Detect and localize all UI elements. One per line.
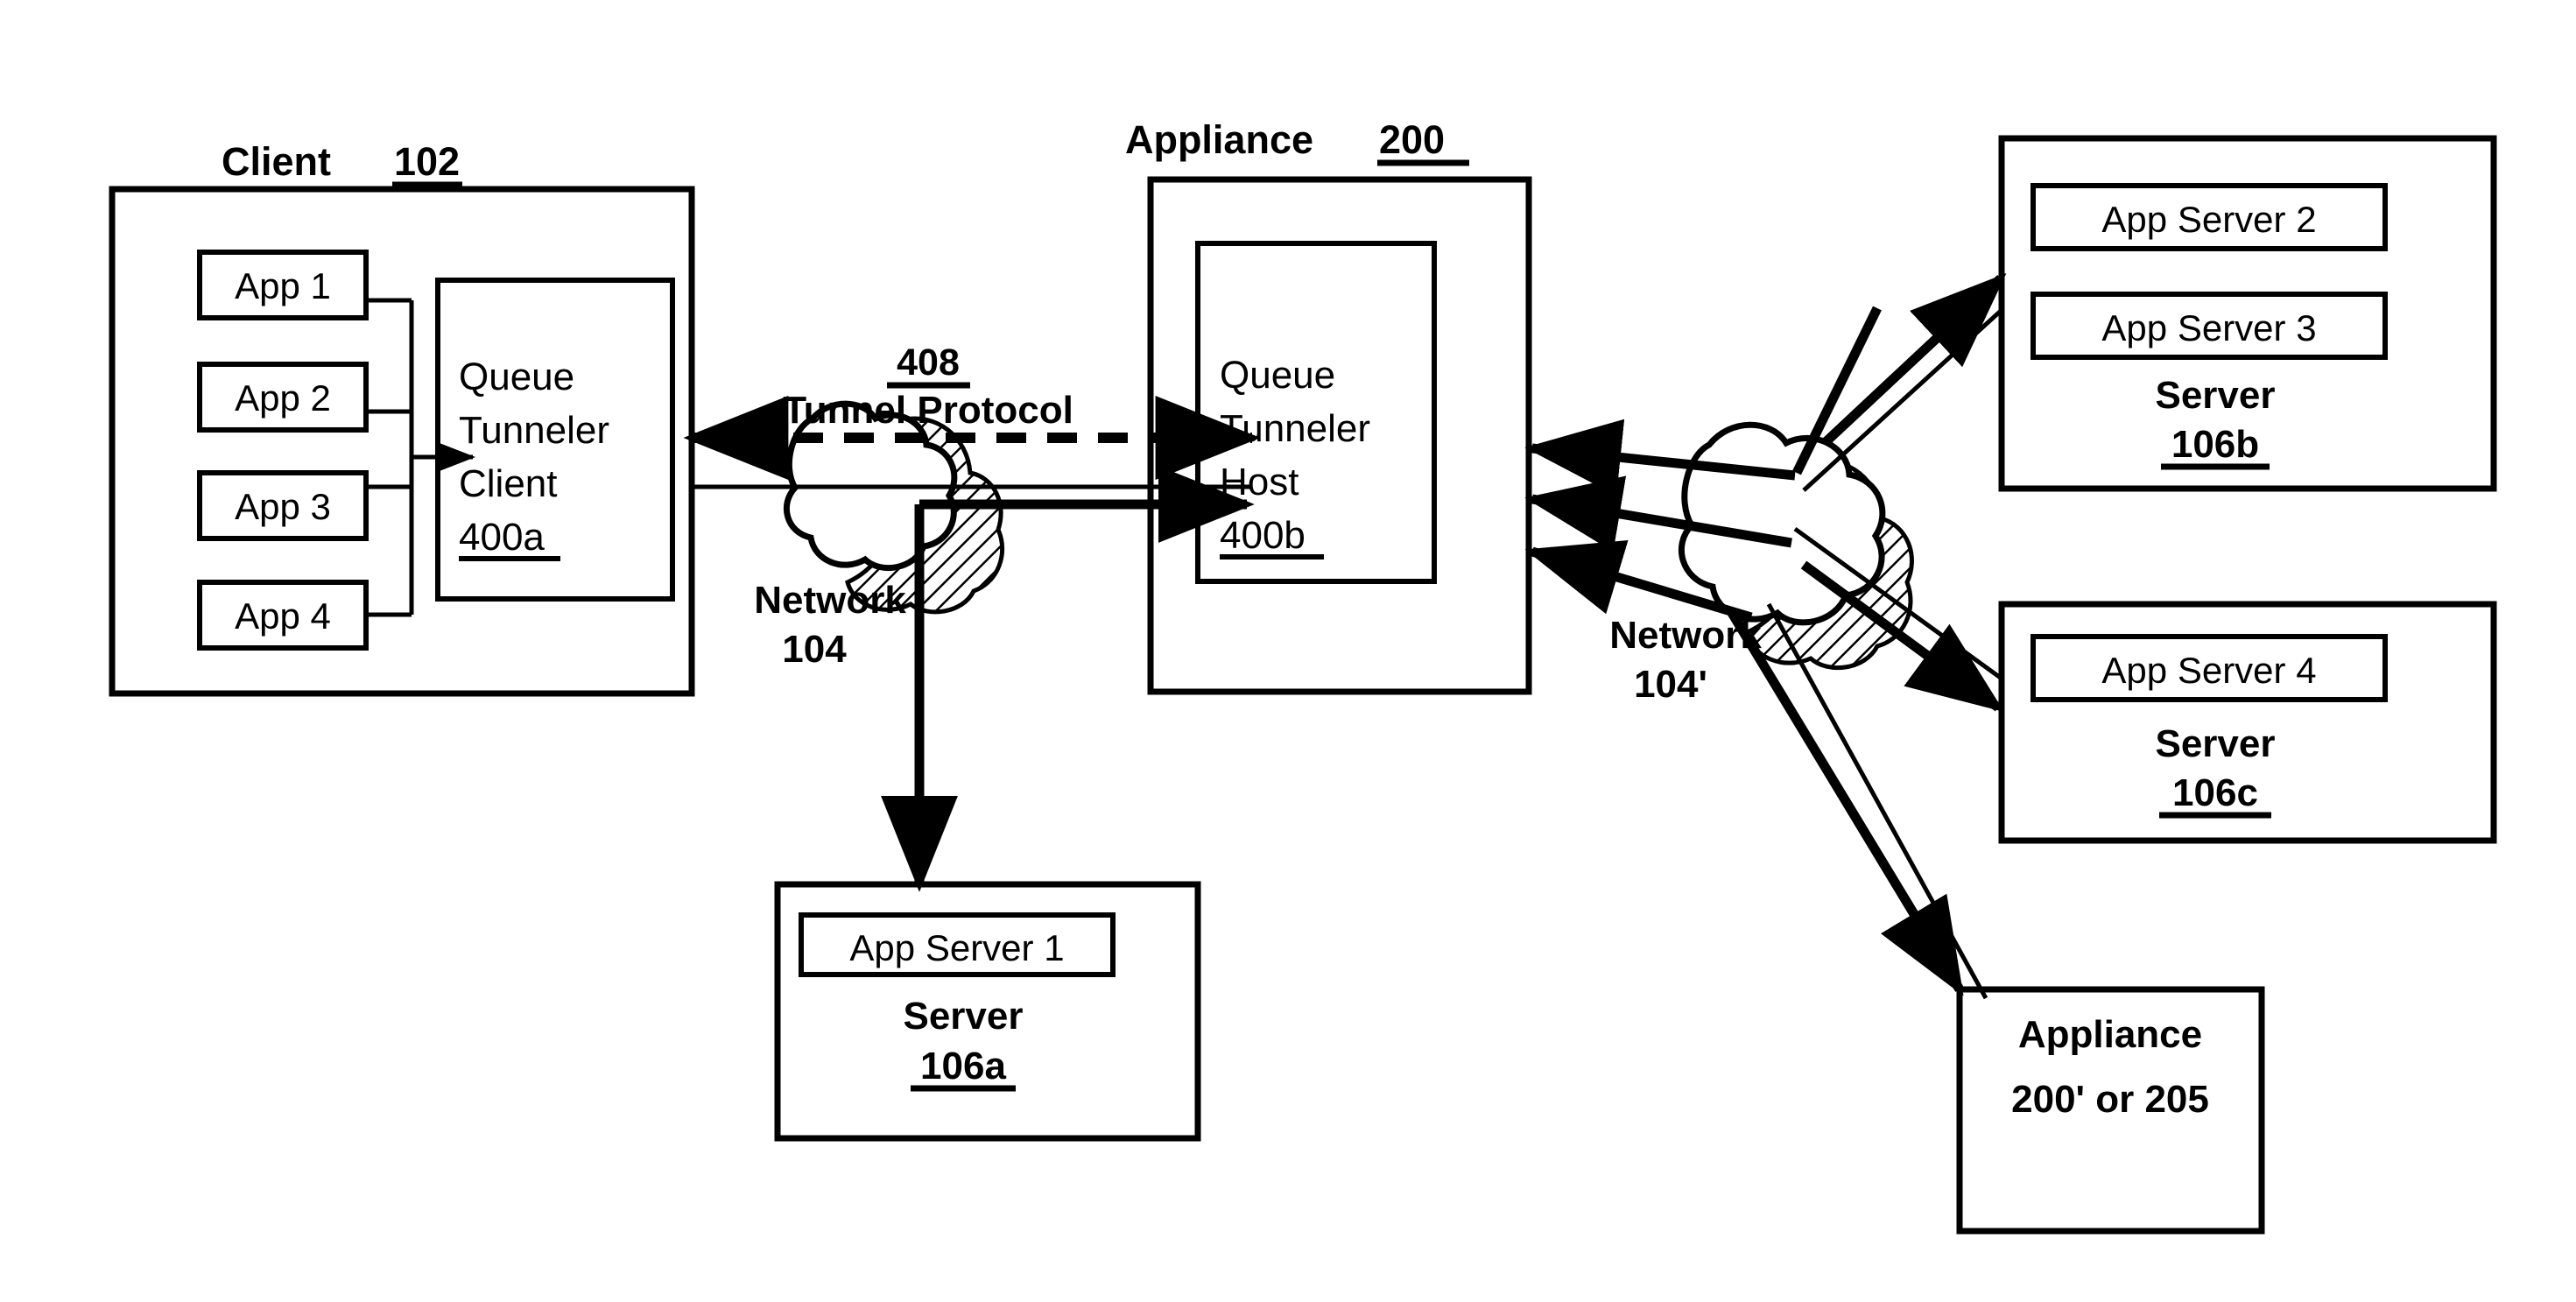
cloud-104p bbox=[1678, 421, 1886, 626]
appliance-alt-line1: Appliance bbox=[2018, 1013, 2202, 1056]
network-104-label: Network bbox=[754, 579, 906, 622]
link-appliance-alt-return-line bbox=[1766, 602, 1988, 1000]
app-server-2-label: App Server 2 bbox=[2101, 199, 2316, 240]
server-106b-group: App Server 2 App Server 3 Server 106b bbox=[1998, 135, 2497, 492]
qth-line3: Host bbox=[1220, 461, 1299, 503]
diagram-canvas: Client 102 App 1 App 2 App 3 App 4 Queue… bbox=[0, 0, 2576, 1302]
server-106c-group: App Server 4 Server 106c bbox=[1998, 601, 2497, 844]
network-diagram-svg: Client 102 App 1 App 2 App 3 App 4 Queue… bbox=[109, 117, 2497, 1235]
server-106b-label: Server bbox=[2155, 374, 2275, 417]
qtc-line2: Tunneler bbox=[459, 409, 609, 452]
client-group: Client 102 App 1 App 2 App 3 App 4 Queue… bbox=[109, 139, 695, 697]
server-106b-ref: 106b bbox=[2171, 423, 2259, 466]
app-bus-wiring bbox=[366, 298, 476, 617]
app-server-1-label: App Server 1 bbox=[849, 927, 1064, 968]
appliance-200-group: Appliance 200 Queue Tunneler Host 400b bbox=[1125, 117, 1532, 695]
app-server-4-label: App Server 4 bbox=[2101, 650, 2316, 691]
server-106c-label: Server bbox=[2155, 722, 2275, 765]
app-label-1: App 1 bbox=[235, 265, 331, 306]
network-104-ref: 104 bbox=[782, 628, 847, 671]
qth-line1: Queue bbox=[1220, 354, 1335, 397]
tunnel-ref: 408 bbox=[897, 341, 960, 384]
appliance-200-ref: 200 bbox=[1379, 117, 1445, 162]
qtc-line3: Client bbox=[459, 462, 558, 505]
server-106a-ref: 106a bbox=[920, 1045, 1006, 1087]
tunnel-label: Tunnel Protocol bbox=[783, 389, 1073, 432]
client-label: Client bbox=[222, 139, 331, 184]
qtc-line1: Queue bbox=[459, 355, 574, 398]
app-label-2: App 2 bbox=[235, 377, 331, 419]
client-ref: 102 bbox=[394, 139, 460, 184]
server-106a-group: App Server 1 Server 106a bbox=[774, 881, 1201, 1142]
appliance-alt-line2: 200' or 205 bbox=[2011, 1078, 2209, 1121]
server-106c-ref: 106c bbox=[2172, 771, 2258, 814]
app-server-3-label: App Server 3 bbox=[2101, 307, 2316, 348]
appliance-alt-group: Appliance 200' or 205 bbox=[1956, 986, 2265, 1235]
link-appliance-alt-outbound-arrow bbox=[1728, 610, 1964, 996]
qth-ref: 400b bbox=[1220, 514, 1306, 557]
tunnel-protocol-group: 408 Tunnel Protocol bbox=[683, 341, 1261, 480]
server-106a-label: Server bbox=[903, 995, 1023, 1038]
qth-line2: Tunneler bbox=[1220, 407, 1370, 450]
app-label-3: App 3 bbox=[235, 486, 331, 527]
appliance-200-label: Appliance bbox=[1125, 117, 1313, 162]
network-104p-ref: 104' bbox=[1634, 663, 1707, 706]
app-label-4: App 4 bbox=[235, 595, 331, 637]
qtc-ref: 400a bbox=[459, 516, 545, 559]
